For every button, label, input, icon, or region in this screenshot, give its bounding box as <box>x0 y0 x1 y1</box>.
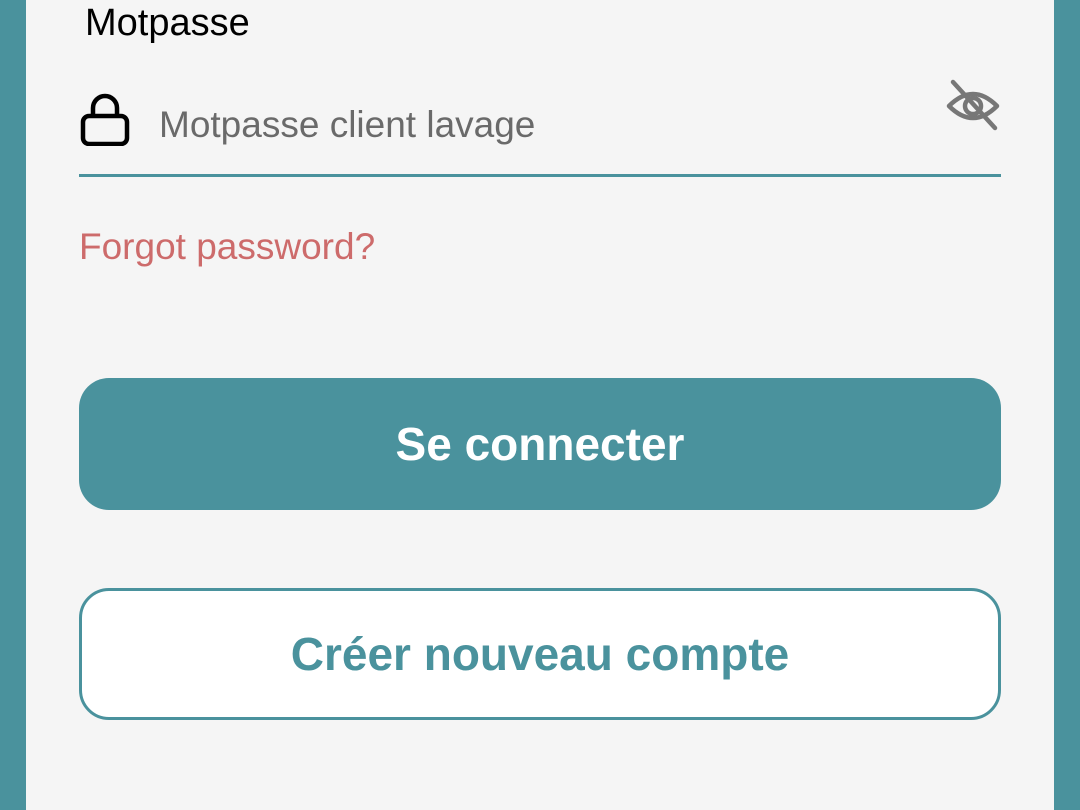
password-input[interactable] <box>159 100 919 150</box>
lock-icon <box>80 93 130 146</box>
forgot-password-link[interactable]: Forgot password? <box>79 224 375 270</box>
password-label: Motpasse <box>85 2 250 44</box>
eye-off-icon[interactable] <box>943 76 1003 136</box>
login-button[interactable]: Se connecter <box>79 378 1001 510</box>
password-field[interactable] <box>79 70 1001 177</box>
create-account-button[interactable]: Créer nouveau compte <box>79 588 1001 720</box>
login-card: Motpasse Forgot password? Se connecter C… <box>26 0 1054 810</box>
